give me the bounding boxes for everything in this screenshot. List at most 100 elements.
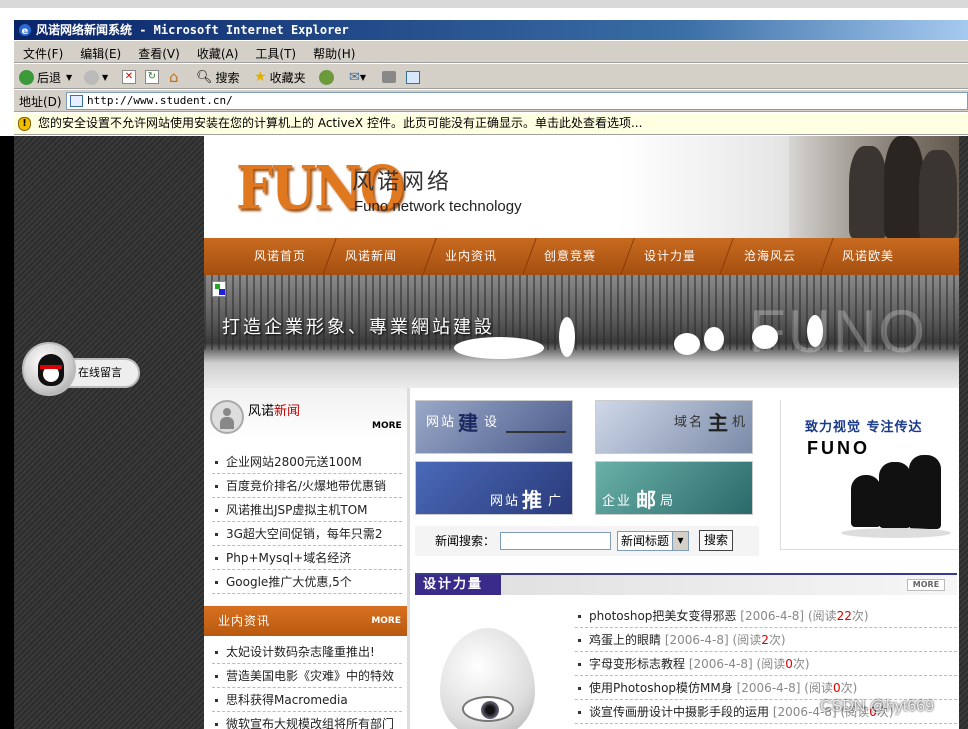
list-item[interactable]: 字母变形标志教程 [2006-4-8] (阅读0次) xyxy=(575,652,957,676)
nav-news[interactable]: 风诺新闻 xyxy=(345,238,397,275)
crane-image xyxy=(752,325,778,349)
nav-history[interactable]: 沧海风云 xyxy=(744,238,796,275)
tile-domain-host[interactable]: 域名 主 机 xyxy=(595,400,753,454)
news-more-link[interactable]: MORE xyxy=(372,421,402,431)
media-button[interactable] xyxy=(319,67,337,87)
list-item[interactable]: 太妃设计数码杂志隆重推出! xyxy=(212,640,402,664)
left-border xyxy=(0,136,14,729)
list-item[interactable]: 3G超大空间促销，每年只需2 xyxy=(212,522,402,546)
list-item[interactable]: 使用Photoshop模仿MM身 [2006-4-8] (阅读0次) xyxy=(575,676,957,700)
menu-edit[interactable]: 编辑(E) xyxy=(71,41,129,62)
menu-help[interactable]: 帮助(H) xyxy=(304,41,363,62)
main-nav: 风诺首页 风诺新闻 业内资讯 创意竞赛 设计力量 沧海风云 风诺欧美 xyxy=(204,238,959,275)
design-more-link[interactable]: MORE xyxy=(907,579,945,591)
industry-section-header: 业内资讯 MORE xyxy=(204,606,407,636)
news-section-header: 风诺 新闻 MORE xyxy=(204,388,407,438)
stop-button[interactable]: ✕ xyxy=(122,67,136,87)
design-section-title: 设计力量 xyxy=(415,575,501,595)
list-item[interactable]: 思科获得Macromedia xyxy=(212,688,402,712)
list-item[interactable]: 微软宣布大规模改组将所有部门 xyxy=(212,712,402,729)
hero-slogan: 打造企業形象、專業網站建設 xyxy=(222,317,495,338)
news-list: 企业网站2800元送100M 百度竞价排名/火爆地带优惠销 风诺推出JSP虚拟主… xyxy=(212,450,402,594)
list-item[interactable]: photoshop把美女变得邪恶 [2006-4-8] (阅读22次) xyxy=(575,604,957,628)
list-item[interactable]: 鸡蛋上的眼睛 [2006-4-8] (阅读2次) xyxy=(575,628,957,652)
home-icon: ⌂ xyxy=(169,68,179,86)
nav-europe[interactable]: 风诺欧美 xyxy=(842,238,894,275)
search-submit-button[interactable]: 搜索 xyxy=(699,530,733,551)
nav-design[interactable]: 设计力量 xyxy=(644,238,696,275)
site-container: FUNO 风诺网络 Funo network technology 风诺首页 风… xyxy=(204,136,959,729)
chevron-down-icon: ▼ xyxy=(672,532,688,550)
promo-brand: FUNO xyxy=(807,438,870,458)
menu-favorites[interactable]: 收藏(A) xyxy=(188,41,247,62)
search-input[interactable] xyxy=(500,532,611,550)
news-section-title-a: 风诺 xyxy=(248,404,275,419)
tile-web-promo[interactable]: 网站 推 广 xyxy=(415,461,573,515)
menu-tools[interactable]: 工具(T) xyxy=(246,41,304,62)
edit-button[interactable] xyxy=(406,67,420,87)
page-icon xyxy=(70,95,83,107)
back-arrow-icon xyxy=(19,69,34,85)
favorites-button[interactable]: ★ 收藏夹 xyxy=(254,67,306,87)
menu-file[interactable]: 文件(F) xyxy=(14,41,71,62)
search-type-select[interactable]: 新闻标题 ▼ xyxy=(617,531,689,551)
forward-arrow-icon xyxy=(84,69,99,85)
news-section-icon xyxy=(210,400,244,434)
mail-icon: ✉ xyxy=(349,69,360,85)
address-label: 地址(D) xyxy=(19,95,62,109)
back-dropdown-icon: ▼ xyxy=(66,72,73,82)
forward-button[interactable]: ▼ xyxy=(84,67,108,87)
eye-icon xyxy=(462,696,514,722)
nav-home[interactable]: 风诺首页 xyxy=(254,238,306,275)
menu-view[interactable]: 查看(V) xyxy=(129,41,188,62)
crane-image xyxy=(704,327,724,351)
design-section-header: 设计力量 MORE xyxy=(415,573,957,595)
industry-list: 太妃设计数码杂志隆重推出! 营造美国电影《灾难》中的特效 思科获得Macrome… xyxy=(212,640,402,729)
search-label: 新闻搜索： xyxy=(435,534,496,548)
list-item[interactable]: 营造美国电影《灾难》中的特效 xyxy=(212,664,402,688)
news-section-title-b: 新闻 xyxy=(274,404,301,419)
window-title: 风诺网络新闻系统 - Microsoft Internet Explorer xyxy=(36,23,349,37)
crane-image xyxy=(674,333,700,355)
industry-section-title: 业内资讯 xyxy=(218,614,271,628)
qq-penguin-icon xyxy=(38,354,64,386)
nav-industry[interactable]: 业内资讯 xyxy=(445,238,497,275)
address-input[interactable]: http://www.student.cn/ xyxy=(66,92,968,110)
back-button[interactable]: 后退 ▼ xyxy=(19,67,72,87)
security-infobar[interactable]: ! 您的安全设置不允许网站使用安装在您的计算机上的 ActiveX 控件。此页可… xyxy=(14,113,968,135)
print-button[interactable] xyxy=(382,67,396,87)
list-item[interactable]: Php+Mysql+域名经济 xyxy=(212,546,402,570)
refresh-button[interactable]: ↻ xyxy=(145,67,159,87)
main-column: 网站 建 设 域名 主 机 网站 推 广 企业 邮 局 新闻搜索： 新闻标题 ▼… xyxy=(407,388,959,729)
nav-contest[interactable]: 创意竞赛 xyxy=(544,238,596,275)
tile-web-build[interactable]: 网站 建 设 xyxy=(415,400,573,454)
site-header: FUNO 风诺网络 Funo network technology xyxy=(204,136,959,238)
industry-more-link[interactable]: MORE xyxy=(371,606,401,636)
refresh-icon: ↻ xyxy=(145,70,159,84)
qq-online-message[interactable]: 在线留言 xyxy=(22,342,140,396)
menu-bar: 文件(F) 编辑(E) 查看(V) 收藏(A) 工具(T) 帮助(H) xyxy=(14,41,968,63)
news-search: 新闻搜索： 新闻标题 ▼ 搜索 xyxy=(415,526,759,556)
tile-email[interactable]: 企业 邮 局 xyxy=(595,461,753,515)
list-item[interactable]: 企业网站2800元送100M xyxy=(212,450,402,474)
promo-slogan: 致力视觉 专注传达 xyxy=(805,420,923,435)
search-button[interactable]: 🔍︎ 搜索 xyxy=(196,67,240,87)
search-icon: 🔍︎ xyxy=(196,69,213,85)
broken-image-icon xyxy=(212,281,226,297)
list-item[interactable]: 风诺推出JSP虚拟主机TOM xyxy=(212,498,402,522)
list-item[interactable]: Google推广大优惠,5个 xyxy=(212,570,402,594)
window-titlebar: e 风诺网络新闻系统 - Microsoft Internet Explorer xyxy=(14,20,968,40)
stop-icon: ✕ xyxy=(122,70,136,84)
home-button[interactable]: ⌂ xyxy=(169,67,179,87)
list-item[interactable]: 百度竞价排名/火爆地带优惠销 xyxy=(212,474,402,498)
crane-image xyxy=(454,337,544,359)
egg-eye-image xyxy=(440,628,535,729)
crane-image xyxy=(559,317,575,357)
overlay-watermark: CSDN @hyt669 xyxy=(820,698,935,715)
printer-icon xyxy=(382,71,396,83)
header-photo xyxy=(789,136,959,238)
shield-warning-icon: ! xyxy=(18,117,31,131)
svg-text:e: e xyxy=(22,26,29,37)
mail-button[interactable]: ✉ ▼ xyxy=(349,67,366,87)
star-icon: ★ xyxy=(254,69,267,85)
